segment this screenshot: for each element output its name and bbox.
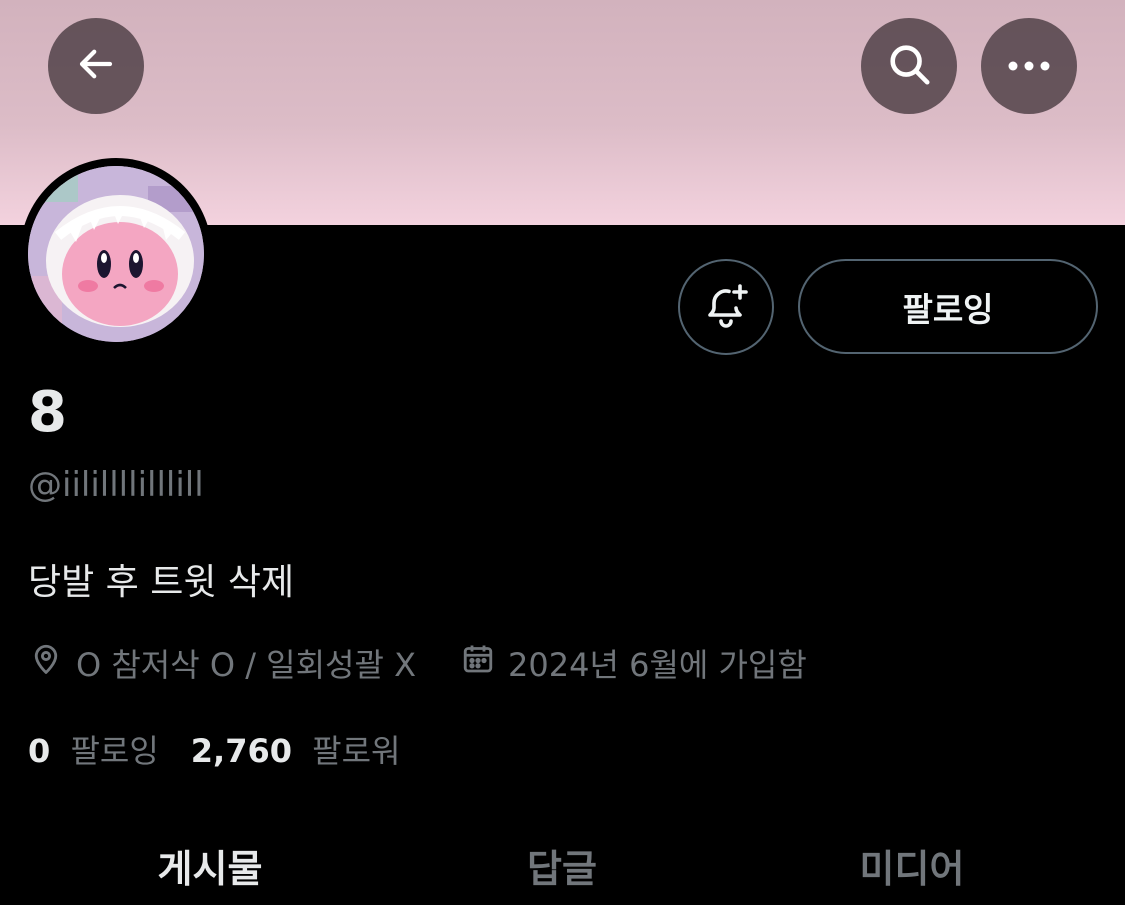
bell-plus-icon — [702, 281, 750, 333]
calendar-icon — [460, 641, 508, 685]
display-name: 8 — [28, 380, 67, 445]
location-pin-icon — [28, 641, 76, 685]
followers-label: 팔로워 — [312, 732, 401, 770]
followers-stat[interactable]: 2,760 팔로워 — [191, 726, 401, 772]
search-button[interactable] — [861, 18, 957, 114]
joined-text: 2024년 6월에 가입함 — [508, 646, 807, 684]
arrow-left-icon — [75, 43, 117, 89]
following-stat[interactable]: 0 팔로잉 — [28, 726, 159, 772]
avatar-image — [28, 166, 204, 342]
user-handle: @iilillllilllill — [28, 465, 204, 505]
tab-media[interactable]: 미디어 — [702, 820, 1122, 905]
following-label: 팔로잉 — [70, 732, 159, 770]
more-horizontal-icon — [1007, 57, 1051, 76]
following-button-label: 팔로잉 — [902, 289, 994, 329]
location-text: O 참저삭 O / 일회성괄 X — [76, 646, 417, 684]
avatar[interactable] — [20, 158, 212, 350]
followers-count: 2,760 — [190, 732, 292, 770]
profile-meta: O 참저삭 O / 일회성괄 X 2024년 6월에 가입함 — [28, 640, 807, 686]
search-icon — [886, 41, 932, 91]
following-button[interactable]: 팔로잉 — [798, 259, 1098, 354]
profile-bio: 당발 후 트윗 삭제 — [28, 562, 295, 603]
location-item: O 참저삭 O / 일회성괄 X — [28, 640, 416, 686]
joined-item: 2024년 6월에 가입함 — [460, 640, 807, 686]
back-button[interactable] — [48, 18, 144, 114]
notify-button[interactable] — [678, 259, 774, 355]
follow-stats: 0 팔로잉 2,760 팔로워 — [28, 726, 400, 772]
profile-tabs: 게시물 답글 미디어 — [0, 820, 1125, 905]
following-count: 0 — [28, 732, 51, 770]
more-options-button[interactable] — [981, 18, 1077, 114]
